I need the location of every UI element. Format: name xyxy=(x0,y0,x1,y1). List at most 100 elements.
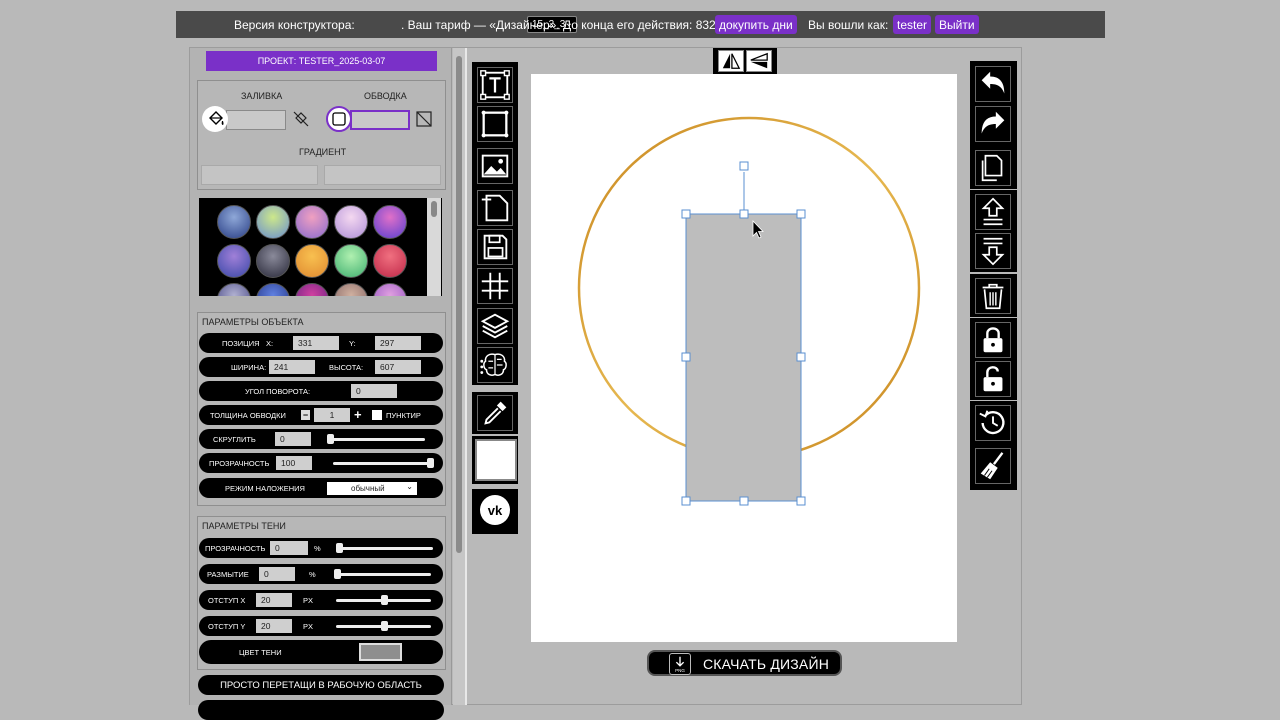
ai-brain-tool-icon[interactable] xyxy=(477,347,513,383)
flip-horizontal-icon[interactable] xyxy=(718,50,744,72)
shadow-opacity-input[interactable]: 0 xyxy=(270,541,308,555)
y-input[interactable]: 297 xyxy=(375,336,421,350)
palette-swatch[interactable] xyxy=(295,283,329,296)
opacity-slider[interactable] xyxy=(333,462,429,465)
history-icon[interactable] xyxy=(975,405,1011,441)
palette-swatch[interactable] xyxy=(373,244,407,278)
shadow-offy-input[interactable]: 20 xyxy=(256,619,292,633)
opacity-slider-knob[interactable] xyxy=(427,458,434,468)
username-badge[interactable]: tester xyxy=(893,15,932,34)
opacity-input[interactable]: 100 xyxy=(276,456,312,470)
selected-rectangle-shape[interactable] xyxy=(685,213,802,502)
palette-swatch[interactable] xyxy=(334,283,368,296)
round-slider[interactable] xyxy=(329,438,425,441)
undo-icon[interactable] xyxy=(975,66,1011,102)
stroke-label: ОБВОДКА xyxy=(364,91,407,101)
palette-swatch[interactable] xyxy=(295,244,329,278)
image-tool-icon[interactable] xyxy=(477,148,513,184)
send-backward-icon[interactable] xyxy=(975,233,1011,269)
no-fill-icon[interactable] xyxy=(291,109,311,129)
crop-shape-tool-icon[interactable] xyxy=(477,190,513,226)
height-label: ВЫСОТА: xyxy=(329,363,364,372)
round-slider-knob[interactable] xyxy=(327,434,334,444)
x-input[interactable]: 331 xyxy=(293,336,339,350)
shadow-offx-input[interactable]: 20 xyxy=(256,593,292,607)
gradient-end-field[interactable] xyxy=(324,165,441,185)
round-input[interactable]: 0 xyxy=(275,432,311,446)
palette-swatch[interactable] xyxy=(256,244,290,278)
gradient-start-field[interactable] xyxy=(201,165,318,185)
palette-swatch[interactable] xyxy=(295,205,329,239)
dashed-checkbox[interactable] xyxy=(372,410,382,420)
palette-swatch[interactable] xyxy=(217,283,251,296)
paint-bucket-icon[interactable] xyxy=(202,106,228,132)
round-label: СКРУГЛИТЬ xyxy=(213,435,256,444)
unlock-icon[interactable] xyxy=(975,361,1011,397)
blend-select[interactable]: обычный ⌄ xyxy=(327,482,417,495)
no-stroke-icon[interactable] xyxy=(415,110,433,128)
stroke-minus-button[interactable]: − xyxy=(301,410,310,420)
shadow-blur-knob[interactable] xyxy=(334,569,341,579)
text-tool-icon[interactable] xyxy=(477,67,513,103)
palette-scroll-thumb[interactable] xyxy=(431,201,437,217)
shadow-color-swatch[interactable] xyxy=(359,643,402,661)
drag-item[interactable] xyxy=(198,700,444,720)
shadow-opacity-knob[interactable] xyxy=(336,543,343,553)
chevron-down-icon: ⌄ xyxy=(406,482,413,491)
rectangle-tool-icon[interactable] xyxy=(477,106,513,142)
trash-icon[interactable] xyxy=(975,278,1011,314)
palette-swatch[interactable] xyxy=(373,283,407,296)
shadow-offx-knob[interactable] xyxy=(381,595,388,605)
blend-row: РЕЖИМ НАЛОЖЕНИЯ обычный ⌄ xyxy=(199,478,443,498)
width-input[interactable]: 241 xyxy=(269,360,315,374)
fill-color-field[interactable] xyxy=(226,110,286,130)
stroke-plus-button[interactable]: + xyxy=(354,407,362,422)
palette-swatch[interactable] xyxy=(256,205,290,239)
stroke-square-icon[interactable] xyxy=(326,106,352,132)
palette-swatch[interactable] xyxy=(334,205,368,239)
stroke-color-field[interactable] xyxy=(350,110,410,130)
dashed-label: ПУНКТИР xyxy=(386,411,421,420)
height-input[interactable]: 607 xyxy=(375,360,421,374)
palette-swatch[interactable] xyxy=(334,244,368,278)
current-color-swatch[interactable] xyxy=(475,439,517,481)
shadow-offy-row: ОТСТУП Y 20 PX xyxy=(199,616,443,636)
logged-as-label: Вы вошли как: xyxy=(808,18,889,32)
scrollbar-thumb[interactable] xyxy=(456,56,462,553)
flip-vertical-icon[interactable] xyxy=(746,50,772,72)
shadow-offy-knob[interactable] xyxy=(381,621,388,631)
rotation-row: УГОЛ ПОВОРОТА: 0 xyxy=(199,381,443,401)
duplicate-icon[interactable] xyxy=(975,150,1011,186)
palette-swatch[interactable] xyxy=(217,244,251,278)
logout-button[interactable]: Выйти xyxy=(935,15,979,34)
redo-icon[interactable] xyxy=(975,106,1011,142)
vk-share-icon[interactable]: vk xyxy=(477,492,513,528)
design-canvas[interactable] xyxy=(531,74,957,642)
drag-hint[interactable]: ПРОСТО ПЕРЕТАЩИ В РАБОЧУЮ ОБЛАСТЬ xyxy=(198,675,444,695)
layers-tool-icon[interactable] xyxy=(477,308,513,344)
eyedropper-icon[interactable] xyxy=(477,395,513,431)
shadow-blur-input[interactable]: 0 xyxy=(259,567,295,581)
buy-days-button[interactable]: докупить дни xyxy=(715,15,797,34)
bring-forward-icon[interactable] xyxy=(975,194,1011,230)
palette-swatch[interactable] xyxy=(373,205,407,239)
grid-tool-icon[interactable] xyxy=(477,268,513,304)
shadow-opacity-unit: % xyxy=(314,544,321,553)
download-design-button[interactable]: PNG СКАЧАТЬ ДИЗАЙН xyxy=(647,650,842,676)
save-tool-icon[interactable] xyxy=(477,229,513,265)
stroke-width-input[interactable]: 1 xyxy=(314,408,350,422)
download-label: СКАЧАТЬ ДИЗАЙН xyxy=(703,656,830,672)
shadow-blur-slider[interactable] xyxy=(335,573,431,576)
lock-icon[interactable] xyxy=(975,322,1011,358)
project-title[interactable]: ПРОЕКТ: TESTER_2025-03-07 xyxy=(206,51,437,71)
stroke-width-row: ТОЛЩИНА ОБВОДКИ − 1 + ПУНКТИР xyxy=(199,405,443,425)
palette-swatch[interactable] xyxy=(217,205,251,239)
rotation-input[interactable]: 0 xyxy=(351,384,397,398)
palette-scrollbar[interactable] xyxy=(427,198,441,296)
left-panel-scrollbar[interactable] xyxy=(453,48,465,705)
clear-broom-icon[interactable] xyxy=(975,448,1011,484)
download-png-icon: PNG xyxy=(669,653,691,675)
palette-swatch[interactable] xyxy=(256,283,290,296)
stroke-width-label: ТОЛЩИНА ОБВОДКИ xyxy=(210,411,286,420)
shadow-opacity-slider[interactable] xyxy=(337,547,433,550)
